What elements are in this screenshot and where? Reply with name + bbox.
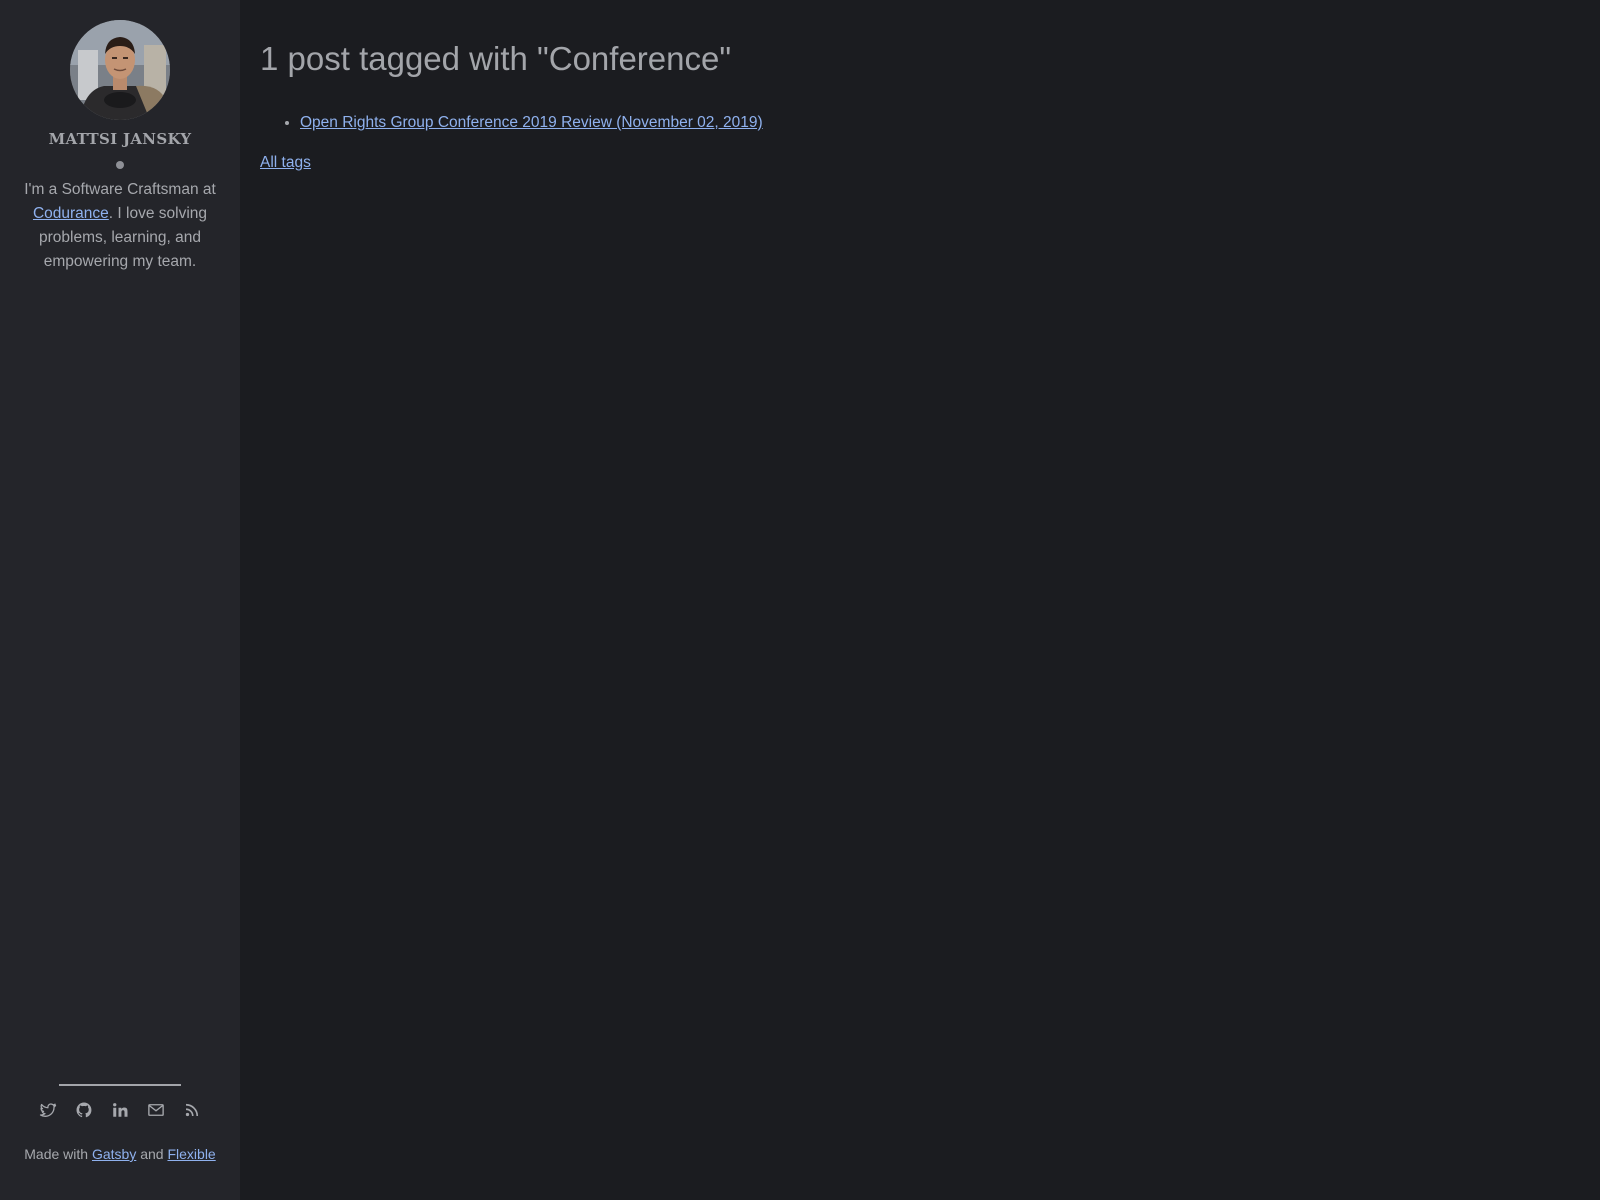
post-link[interactable]: Open Rights Group Conference 2019 Review… xyxy=(300,114,763,131)
avatar-photo xyxy=(70,20,170,120)
main-content: 1 post tagged with "Conference" Open Rig… xyxy=(240,0,1600,1200)
sidebar-footer: Made with Gatsby and Flexible xyxy=(0,1146,240,1162)
rss-icon[interactable] xyxy=(183,1101,201,1119)
list-item: Open Rights Group Conference 2019 Review… xyxy=(300,112,763,134)
codurance-link[interactable]: Codurance xyxy=(33,205,109,222)
separator-dot xyxy=(116,161,124,169)
author-name: MATTSI JANSKY xyxy=(48,130,192,148)
sidebar: MATTSI JANSKY I'm a Software Craftsman a… xyxy=(0,0,240,1200)
footer-and: and xyxy=(136,1146,168,1162)
flexible-link[interactable]: Flexible xyxy=(167,1146,215,1162)
gatsby-link[interactable]: Gatsby xyxy=(92,1146,136,1162)
author-bio: I'm a Software Craftsman at Codurance. I… xyxy=(20,178,220,274)
linkedin-icon[interactable] xyxy=(111,1101,129,1119)
bio-text-start: I'm a Software Craftsman at xyxy=(24,181,216,198)
sidebar-divider xyxy=(59,1084,181,1086)
footer-made-with: Made with xyxy=(24,1146,92,1162)
social-links xyxy=(0,1101,240,1119)
email-icon[interactable] xyxy=(147,1101,165,1119)
page-layout: MATTSI JANSKY I'm a Software Craftsman a… xyxy=(0,0,1600,1200)
page-title: 1 post tagged with "Conference" xyxy=(260,40,732,77)
avatar[interactable] xyxy=(70,20,170,120)
post-list: Open Rights Group Conference 2019 Review… xyxy=(260,112,763,134)
twitter-icon[interactable] xyxy=(39,1101,57,1119)
all-tags-link[interactable]: All tags xyxy=(260,152,311,174)
github-icon[interactable] xyxy=(75,1101,93,1119)
